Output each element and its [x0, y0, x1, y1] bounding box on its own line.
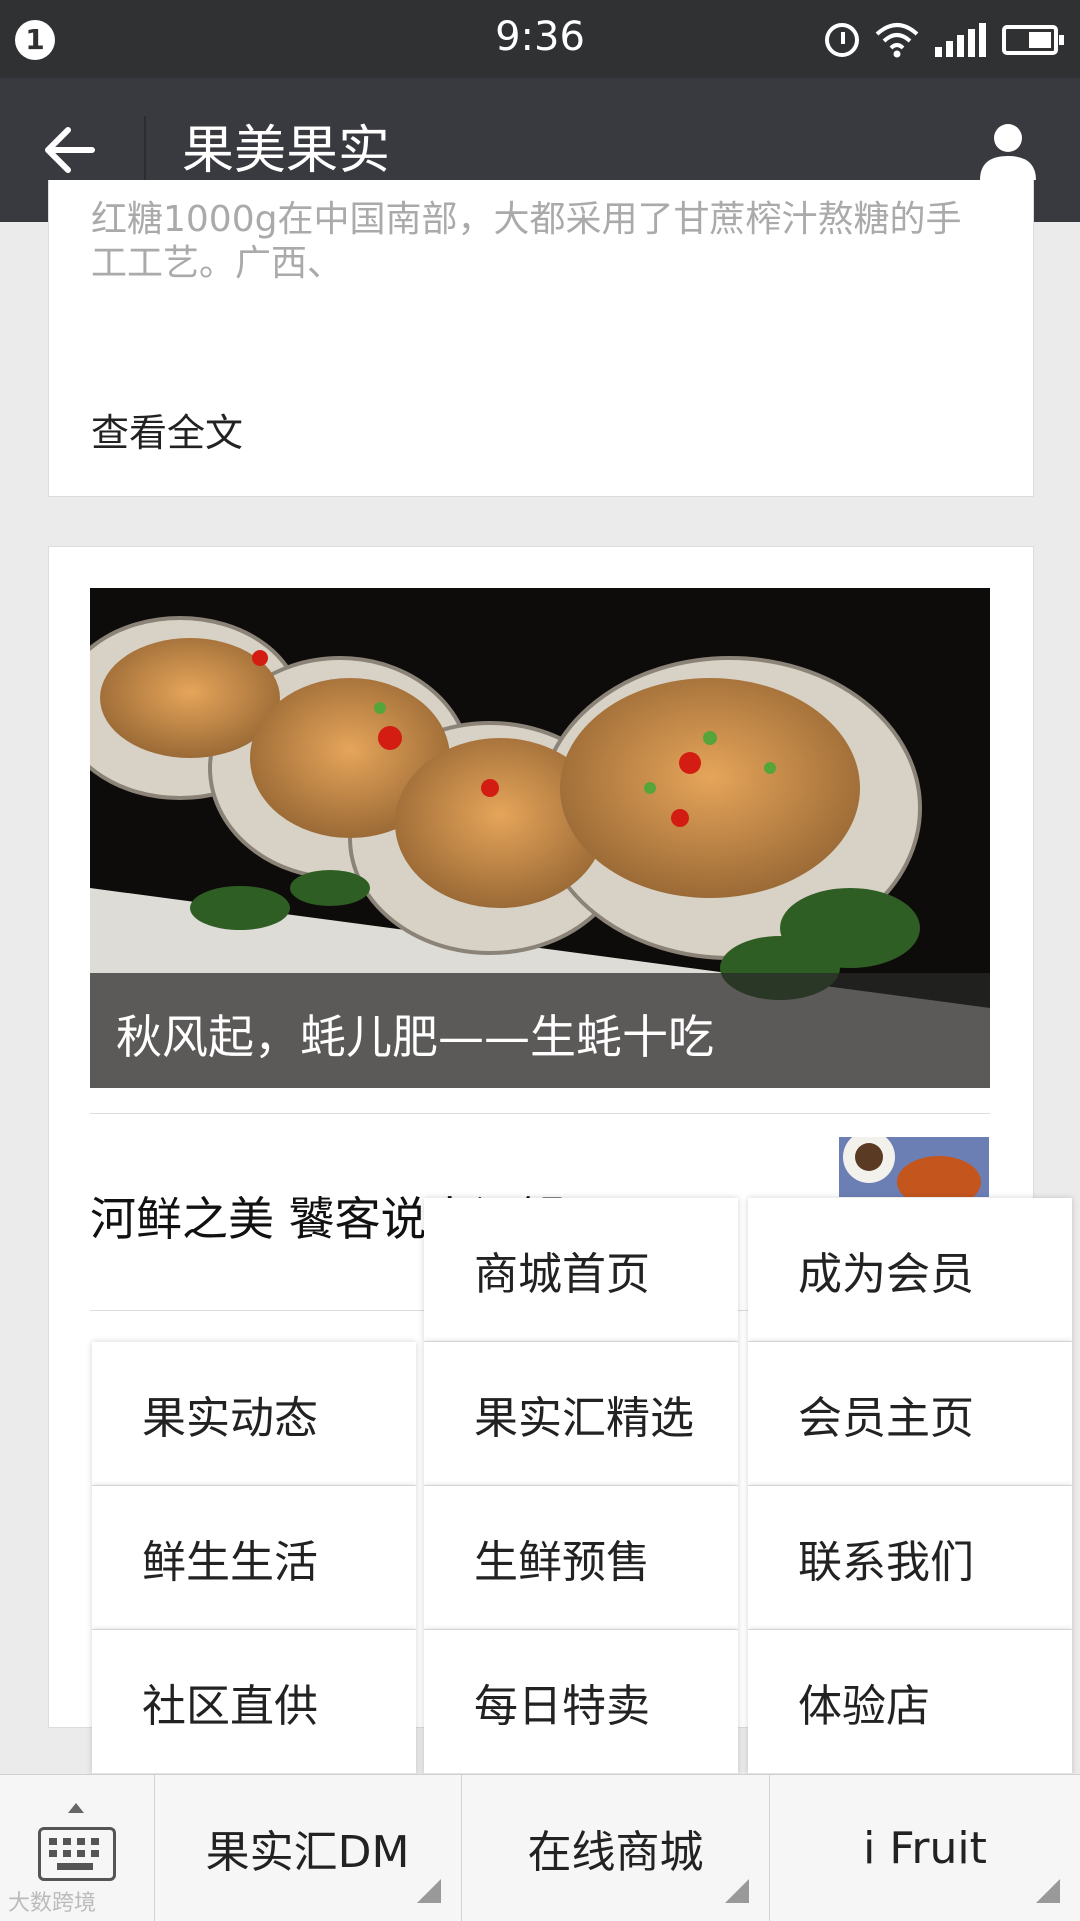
- menu-item-experience-store[interactable]: 体验店: [748, 1630, 1072, 1774]
- tab-label: 果实汇DM: [205, 1827, 410, 1878]
- user-profile-icon[interactable]: [976, 118, 1040, 182]
- tab-label: 在线商城: [527, 1827, 704, 1878]
- watermark: 大数跨境: [8, 1891, 97, 1916]
- article-cover-image[interactable]: 秋风起，蚝儿肥——生蚝十吃: [90, 588, 990, 1088]
- tab-fruit-dm[interactable]: 果实汇DM: [154, 1775, 462, 1921]
- cover-caption-bar: 秋风起，蚝儿肥——生蚝十吃: [90, 973, 990, 1088]
- expand-arrow-icon: [68, 1803, 84, 1813]
- article-card[interactable]: 红糖1000g在中国南部，大都采用了甘蔗榨汁熬糖的手工工艺。广西、 查看全文: [48, 180, 1034, 497]
- sub-article-thumbnail[interactable]: [839, 1137, 989, 1197]
- menu-item-presale[interactable]: 生鲜预售: [424, 1486, 738, 1630]
- menu-item-featured[interactable]: 果实汇精选: [424, 1342, 738, 1486]
- cover-caption: 秋风起，蚝儿肥——生蚝十吃: [116, 1010, 714, 1064]
- menu-item-mall-home[interactable]: 商城首页: [424, 1198, 738, 1342]
- tab-label: i Fruit: [863, 1822, 987, 1874]
- wifi-icon: [875, 23, 919, 58]
- tab-i-fruit[interactable]: i Fruit: [770, 1775, 1080, 1921]
- read-full-text-link[interactable]: 查看全文: [91, 402, 243, 457]
- battery-icon: [1002, 25, 1064, 55]
- status-bar: 1 9:36: [0, 0, 1080, 78]
- submenu-corner-icon: [1036, 1879, 1060, 1903]
- article-excerpt: 红糖1000g在中国南部，大都采用了甘蔗榨汁熬糖的手工工艺。广西、: [91, 199, 962, 284]
- menu-item-member-home[interactable]: 会员主页: [748, 1342, 1072, 1486]
- menu-item-daily-deals[interactable]: 每日特卖: [424, 1630, 738, 1774]
- signal-icon: [935, 23, 986, 57]
- menu-item-community-supply[interactable]: 社区直供: [92, 1630, 416, 1774]
- keyboard-icon: [38, 1827, 116, 1881]
- menu-item-contact-us[interactable]: 联系我们: [748, 1486, 1072, 1630]
- menu-item-fresh-life[interactable]: 鲜生生活: [92, 1486, 416, 1630]
- submenu-corner-icon: [725, 1879, 749, 1903]
- submenu-corner-icon: [417, 1879, 441, 1903]
- menu-item-become-member[interactable]: 成为会员: [748, 1198, 1072, 1342]
- page-title: 果美果实: [182, 121, 391, 181]
- menu-item-fruit-news[interactable]: 果实动态: [92, 1342, 416, 1486]
- back-arrow-icon[interactable]: [40, 120, 100, 180]
- status-icons: [825, 18, 1064, 62]
- divider: [90, 1113, 990, 1114]
- bottom-menu-bar: 果实汇DM 在线商城 i Fruit 大数跨境: [0, 1774, 1080, 1921]
- tab-online-mall[interactable]: 在线商城: [462, 1775, 770, 1921]
- alarm-icon: [825, 23, 859, 57]
- nav-divider: [144, 116, 146, 186]
